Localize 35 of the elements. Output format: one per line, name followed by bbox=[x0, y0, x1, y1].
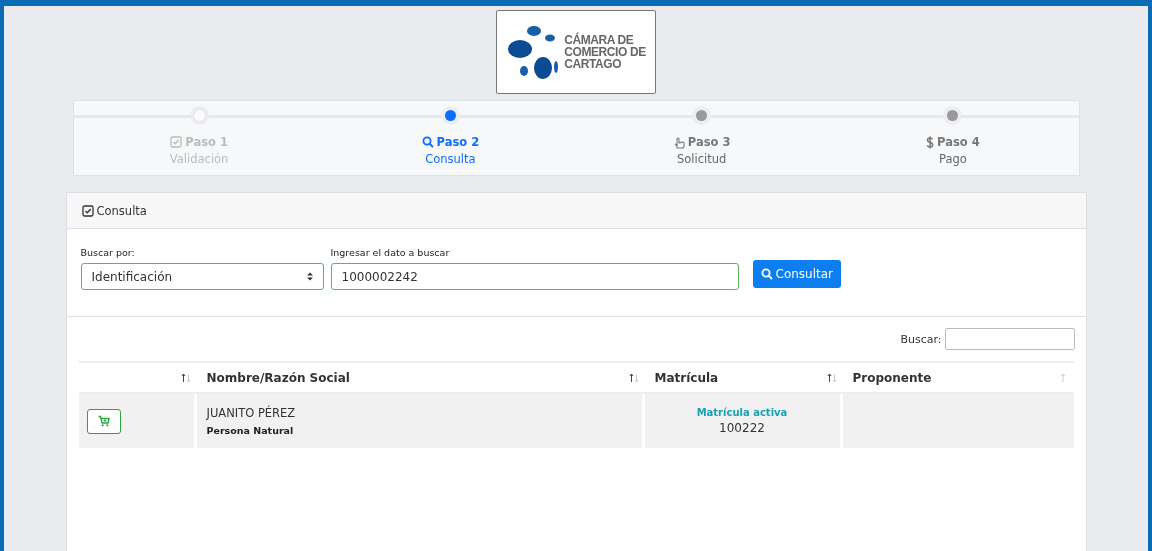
field-label: Ingresar el dato a buscar bbox=[330, 247, 451, 258]
cart-icon bbox=[97, 415, 110, 427]
card-title: Consulta bbox=[96, 203, 147, 218]
column-header[interactable]: Nombre/Razón Social bbox=[206, 370, 350, 385]
sort-icon[interactable] bbox=[826, 372, 837, 383]
step-subtitle: Consulta bbox=[425, 152, 476, 166]
dollar-icon bbox=[926, 135, 935, 149]
logo-text: CÁMARA DE COMERCIO DE CARTAGO bbox=[564, 34, 646, 70]
checkbox-icon bbox=[170, 136, 183, 148]
cart-button[interactable] bbox=[86, 408, 121, 434]
select-field[interactable]: Identificación bbox=[80, 263, 324, 290]
sort-caret-icon bbox=[306, 272, 313, 281]
consult-button[interactable]: Consultar bbox=[752, 260, 841, 288]
search-icon bbox=[760, 268, 773, 280]
field-label: Buscar por: bbox=[80, 247, 136, 258]
step-subtitle: Validación bbox=[169, 152, 229, 166]
input-field[interactable]: 1000002242 bbox=[330, 263, 739, 290]
filter-field[interactable] bbox=[944, 328, 1075, 350]
pointing-hand-icon bbox=[672, 135, 685, 149]
sort-icon[interactable] bbox=[628, 372, 639, 383]
checkbox-icon bbox=[81, 204, 94, 217]
step-title[interactable]: Paso 3 bbox=[672, 135, 731, 149]
search-icon bbox=[421, 136, 434, 148]
step-subtitle: Solicitud bbox=[676, 152, 727, 166]
column-header[interactable]: Matrícula bbox=[654, 370, 719, 385]
step-title[interactable]: Paso 2 bbox=[421, 135, 480, 149]
column-header[interactable]: Proponente bbox=[852, 370, 932, 385]
registration-number: 100222 bbox=[718, 421, 766, 435]
sort-icon[interactable] bbox=[180, 372, 191, 383]
person-type: Persona Natural bbox=[206, 425, 295, 436]
filter-label: Buscar: bbox=[900, 332, 942, 346]
step-title[interactable]: Paso 4 bbox=[926, 135, 980, 149]
step-subtitle: Pago bbox=[938, 152, 967, 166]
person-name: JUANITO PÉREZ bbox=[206, 406, 297, 420]
registration-status: Matrícula activa bbox=[695, 407, 789, 418]
